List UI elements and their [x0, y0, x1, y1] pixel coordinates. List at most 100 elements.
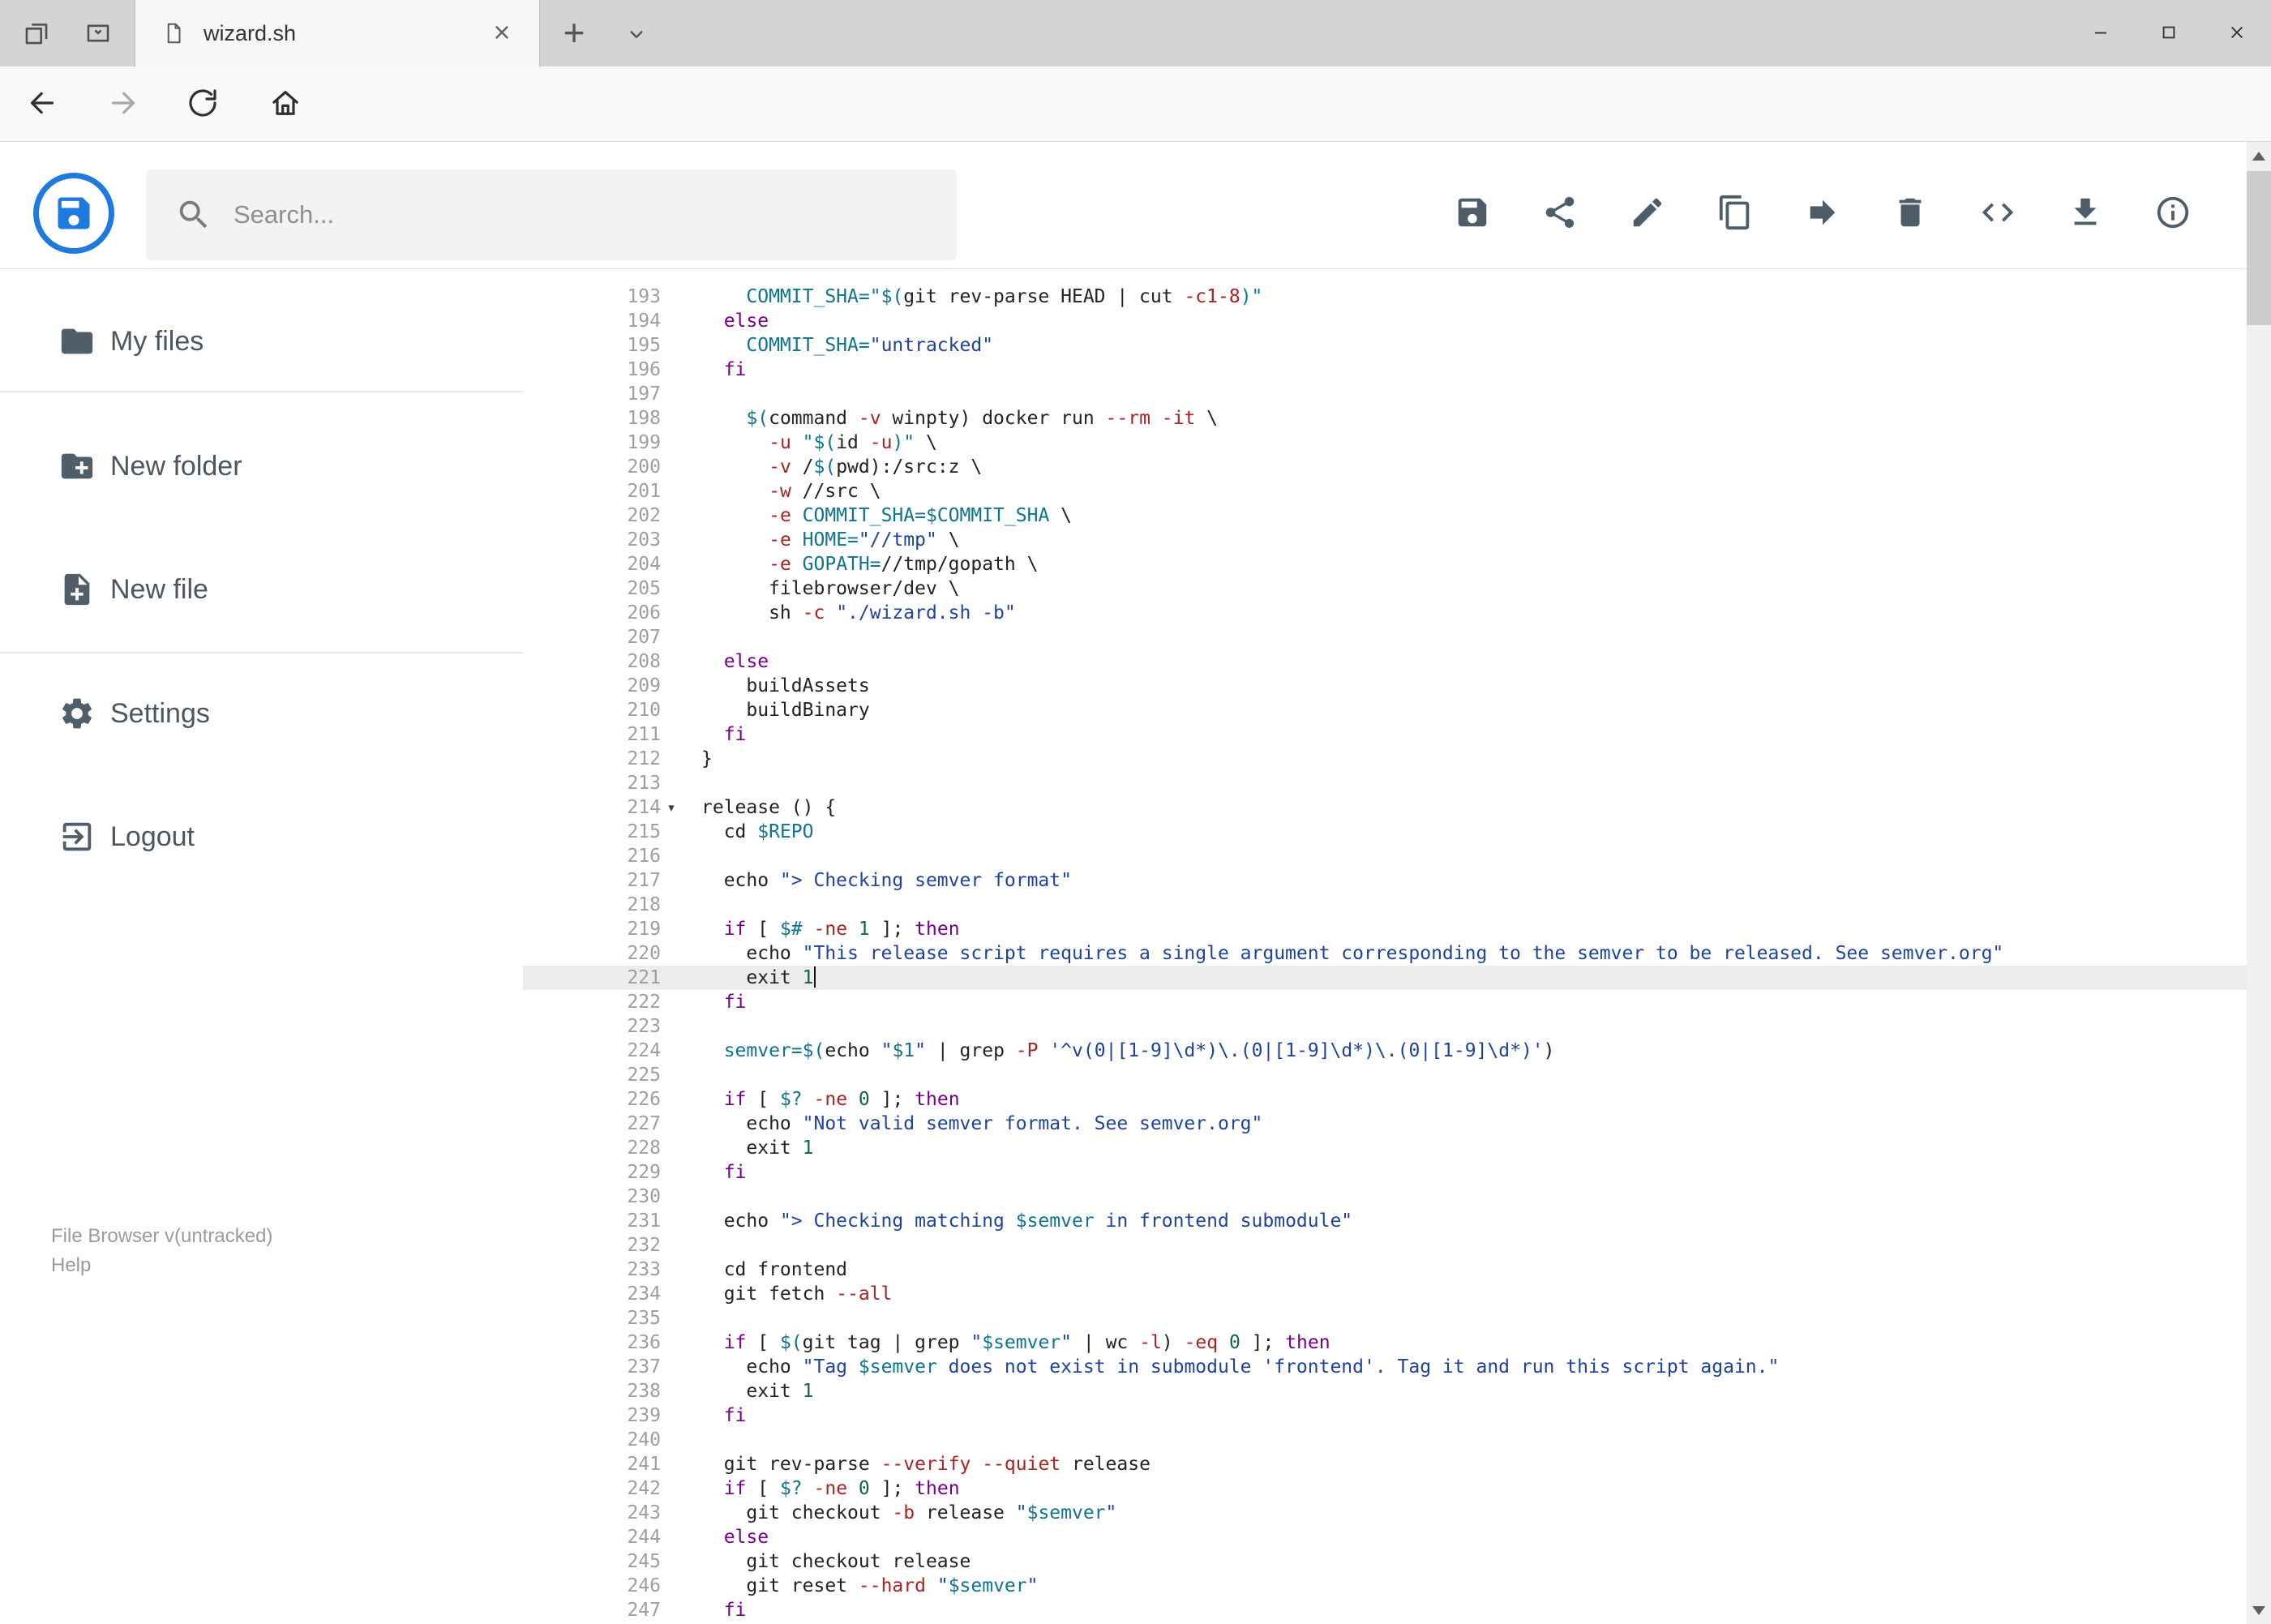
code-line[interactable]: 208 else	[523, 649, 2247, 674]
code-line[interactable]: 199 -u "$(id -u)" \	[523, 431, 2247, 455]
code-line[interactable]: 219 if [ $# -ne 1 ]; then	[523, 917, 2247, 941]
code-line[interactable]: 227 echo "Not valid semver format. See s…	[523, 1112, 2247, 1136]
code-line[interactable]: 213	[523, 771, 2247, 795]
info-button[interactable]	[2144, 187, 2202, 239]
sidebar-item-settings[interactable]: Settings	[0, 675, 523, 752]
code-line[interactable]: 210 buildBinary	[523, 698, 2247, 722]
tab-close-icon[interactable]: ×	[484, 15, 520, 50]
code-line[interactable]: 223	[523, 1014, 2247, 1039]
scroll-down-button[interactable]	[2247, 1596, 2271, 1624]
code-line[interactable]: 231 echo "> Checking matching $semver in…	[523, 1209, 2247, 1233]
code-line[interactable]: 232	[523, 1233, 2247, 1258]
share-button[interactable]	[1531, 187, 1589, 239]
code-line[interactable]: 240	[523, 1428, 2247, 1452]
tab-list-chevron-icon[interactable]	[616, 18, 657, 50]
code-line[interactable]: 200 -v /$(pwd):/src:z \	[523, 455, 2247, 479]
close-button[interactable]	[2203, 0, 2271, 66]
code-line[interactable]: 224 semver=$(echo "$1" | grep -P '^v(0|[…	[523, 1039, 2247, 1063]
browser-tab[interactable]: wizard.sh ×	[135, 0, 540, 66]
code-line[interactable]: 230	[523, 1185, 2247, 1209]
scroll-up-button[interactable]	[2247, 142, 2271, 169]
code-line[interactable]: 222 fi	[523, 990, 2247, 1014]
code-line[interactable]: 237 echo "Tag $semver does not exist in …	[523, 1355, 2247, 1379]
code-line[interactable]: 206 sh -c "./wizard.sh -b"	[523, 601, 2247, 625]
set-tabs-aside-button[interactable]	[16, 18, 57, 50]
tab-preview-button[interactable]	[78, 18, 118, 50]
sidebar-item-new-folder[interactable]: New folder	[0, 427, 523, 505]
line-number: 212	[627, 748, 661, 769]
line-number: 227	[627, 1113, 661, 1134]
sidebar-item-new-file[interactable]: New file	[0, 551, 523, 628]
new-tab-button[interactable]: +	[551, 10, 597, 55]
scrollbar-thumb[interactable]	[2247, 171, 2271, 325]
code-line[interactable]: 216	[523, 844, 2247, 868]
code-line[interactable]: 204 -e GOPATH=//tmp/gopath \	[523, 552, 2247, 576]
copy-button[interactable]	[1706, 187, 1764, 239]
help-link[interactable]: Help	[51, 1251, 272, 1280]
code-line[interactable]: 239 fi	[523, 1403, 2247, 1428]
home-button[interactable]	[268, 86, 303, 122]
code-line[interactable]: 246 git reset --hard "$semver"	[523, 1574, 2247, 1598]
delete-button[interactable]	[1881, 187, 1939, 239]
save-button[interactable]	[1443, 187, 1502, 239]
code-line[interactable]: 207	[523, 625, 2247, 649]
code-line[interactable]: 247 fi	[523, 1598, 2247, 1622]
sidebar-item-my-files[interactable]: My files	[0, 302, 523, 380]
code-line[interactable]: 234 git fetch --all	[523, 1282, 2247, 1306]
code-line[interactable]: 229 fi	[523, 1160, 2247, 1185]
code-line[interactable]: 241 git rev-parse --verify --quiet relea…	[523, 1452, 2247, 1476]
code-line[interactable]: 197	[523, 382, 2247, 406]
code-line[interactable]: 196 fi	[523, 358, 2247, 382]
code-line[interactable]: 201 -w //src \	[523, 479, 2247, 503]
code-token: exit	[701, 1381, 803, 1402]
minimize-button[interactable]	[2067, 0, 2135, 66]
code-token: "> Checking matching	[779, 1211, 1016, 1232]
search-input[interactable]	[234, 200, 941, 229]
rename-button[interactable]	[1618, 187, 1677, 239]
code-view-button[interactable]	[1969, 187, 2027, 239]
maximize-button[interactable]	[2135, 0, 2203, 66]
sidebar-item-label: New file	[110, 573, 208, 605]
code-line[interactable]: 218	[523, 893, 2247, 917]
code-editor[interactable]: 193 COMMIT_SHA="$(git rev-parse HEAD | c…	[523, 269, 2247, 1624]
download-button[interactable]	[2056, 187, 2115, 239]
code-line[interactable]: 193 COMMIT_SHA="$(git rev-parse HEAD | c…	[523, 285, 2247, 309]
code-line[interactable]: 233 cd frontend	[523, 1258, 2247, 1282]
code-line[interactable]: 194 else	[523, 309, 2247, 333]
code-line[interactable]: 221 exit 1	[523, 966, 2247, 990]
refresh-button[interactable]	[185, 86, 221, 122]
code-line[interactable]: 243 git checkout -b release "$semver"	[523, 1501, 2247, 1525]
code-line[interactable]: 202 -e COMMIT_SHA=$COMMIT_SHA \	[523, 503, 2247, 528]
search-box[interactable]	[146, 169, 957, 260]
code-line[interactable]: 209 buildAssets	[523, 674, 2247, 698]
code-line[interactable]: 214 ▾ release () {	[523, 795, 2247, 820]
code-line[interactable]: 220 echo "This release script requires a…	[523, 941, 2247, 966]
code-line[interactable]: 195 COMMIT_SHA="untracked"	[523, 333, 2247, 358]
page-scrollbar[interactable]	[2247, 142, 2271, 1624]
code-line[interactable]: 238 exit 1	[523, 1379, 2247, 1403]
code-line[interactable]: 198 $(command -v winpty) docker run --rm…	[523, 406, 2247, 431]
code-line[interactable]: 226 if [ $? -ne 0 ]; then	[523, 1087, 2247, 1112]
code-line[interactable]: 212}	[523, 747, 2247, 771]
code-line[interactable]: 236 if [ $(git tag | grep "$semver" | wc…	[523, 1330, 2247, 1355]
back-button[interactable]	[24, 86, 60, 122]
move-button[interactable]	[1793, 187, 1852, 239]
code-line[interactable]: 235	[523, 1306, 2247, 1330]
code-line[interactable]: 211 fi	[523, 722, 2247, 747]
code-line[interactable]: 217 echo "> Checking semver format"	[523, 868, 2247, 893]
code-token: -v	[858, 408, 881, 429]
code-line[interactable]: 244 else	[523, 1525, 2247, 1549]
code-line[interactable]: 242 if [ $? -ne 0 ]; then	[523, 1476, 2247, 1501]
code-line[interactable]: 215 cd $REPO	[523, 820, 2247, 844]
code-line[interactable]: 225	[523, 1063, 2247, 1087]
code-line[interactable]: 228 exit 1	[523, 1136, 2247, 1160]
fold-marker-icon[interactable]: ▾	[661, 795, 682, 820]
code-text: else	[682, 1525, 2247, 1549]
sidebar-item-logout[interactable]: Logout	[0, 798, 523, 876]
code-line[interactable]: 205 filebrowser/dev \	[523, 576, 2247, 601]
code-line[interactable]: 203 -e HOME="//tmp" \	[523, 528, 2247, 552]
forward-button[interactable]	[105, 86, 141, 122]
code-line[interactable]: 245 git checkout release	[523, 1549, 2247, 1574]
